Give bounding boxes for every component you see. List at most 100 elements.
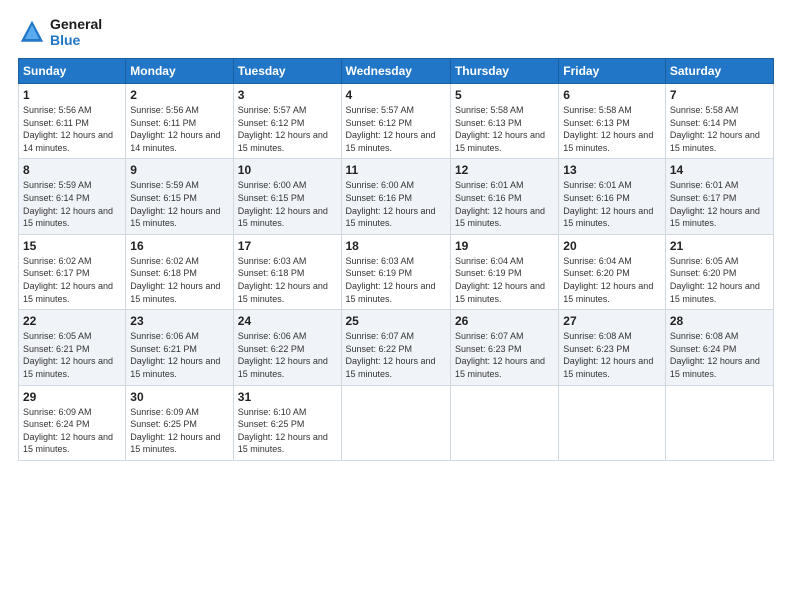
day-info: Sunrise: 6:02 AMSunset: 6:18 PMDaylight:… bbox=[130, 255, 228, 305]
day-info: Sunrise: 5:59 AMSunset: 6:14 PMDaylight:… bbox=[23, 179, 121, 229]
day-header-sunday: Sunday bbox=[19, 59, 126, 84]
day-number: 29 bbox=[23, 390, 121, 404]
day-number: 9 bbox=[130, 163, 228, 177]
calendar-cell: 12 Sunrise: 6:01 AMSunset: 6:16 PMDayligh… bbox=[450, 159, 558, 234]
day-number: 18 bbox=[346, 239, 446, 253]
day-number: 31 bbox=[238, 390, 337, 404]
calendar-cell: 11 Sunrise: 6:00 AMSunset: 6:16 PMDayligh… bbox=[341, 159, 450, 234]
day-number: 6 bbox=[563, 88, 661, 102]
calendar-cell: 28 Sunrise: 6:08 AMSunset: 6:24 PMDayligh… bbox=[665, 310, 773, 385]
calendar-cell bbox=[450, 385, 558, 460]
day-info: Sunrise: 6:01 AMSunset: 6:17 PMDaylight:… bbox=[670, 179, 769, 229]
calendar-cell: 27 Sunrise: 6:08 AMSunset: 6:23 PMDayligh… bbox=[559, 310, 666, 385]
calendar-cell: 31Sunrise: 6:10 AMSunset: 6:25 PMDayligh… bbox=[233, 385, 341, 460]
calendar-cell: 20Sunrise: 6:04 AMSunset: 6:20 PMDayligh… bbox=[559, 234, 666, 309]
calendar-cell: 19 Sunrise: 6:04 AMSunset: 6:19 PMDayligh… bbox=[450, 234, 558, 309]
day-number: 19 bbox=[455, 239, 554, 253]
calendar-cell: 25 Sunrise: 6:07 AMSunset: 6:22 PMDayligh… bbox=[341, 310, 450, 385]
day-number: 11 bbox=[346, 163, 446, 177]
calendar-cell: 29 Sunrise: 6:09 AMSunset: 6:24 PMDayligh… bbox=[19, 385, 126, 460]
calendar-cell: 21Sunrise: 6:05 AMSunset: 6:20 PMDayligh… bbox=[665, 234, 773, 309]
day-number: 13 bbox=[563, 163, 661, 177]
calendar-cell: 10 Sunrise: 6:00 AMSunset: 6:15 PMDayligh… bbox=[233, 159, 341, 234]
day-number: 27 bbox=[563, 314, 661, 328]
calendar-cell: 30 Sunrise: 6:09 AMSunset: 6:25 PMDayligh… bbox=[126, 385, 233, 460]
calendar-cell: 23 Sunrise: 6:06 AMSunset: 6:21 PMDayligh… bbox=[126, 310, 233, 385]
day-header-saturday: Saturday bbox=[665, 59, 773, 84]
calendar-header-row: SundayMondayTuesdayWednesdayThursdayFrid… bbox=[19, 59, 774, 84]
calendar-cell: 16 Sunrise: 6:02 AMSunset: 6:18 PMDayligh… bbox=[126, 234, 233, 309]
calendar-week-row: 29 Sunrise: 6:09 AMSunset: 6:24 PMDayligh… bbox=[19, 385, 774, 460]
day-info: Sunrise: 6:04 AMSunset: 6:20 PMDaylight:… bbox=[563, 255, 661, 305]
calendar-cell bbox=[559, 385, 666, 460]
day-info: Sunrise: 6:02 AMSunset: 6:17 PMDaylight:… bbox=[23, 255, 121, 305]
calendar-cell: 8 Sunrise: 5:59 AMSunset: 6:14 PMDaylight… bbox=[19, 159, 126, 234]
day-number: 16 bbox=[130, 239, 228, 253]
day-number: 3 bbox=[238, 88, 337, 102]
calendar-cell: 13 Sunrise: 6:01 AMSunset: 6:16 PMDayligh… bbox=[559, 159, 666, 234]
page: General Blue SundayMondayTuesdayWednesda… bbox=[0, 0, 792, 612]
calendar-cell bbox=[341, 385, 450, 460]
day-header-monday: Monday bbox=[126, 59, 233, 84]
day-number: 25 bbox=[346, 314, 446, 328]
day-header-wednesday: Wednesday bbox=[341, 59, 450, 84]
day-number: 24 bbox=[238, 314, 337, 328]
day-number: 1 bbox=[23, 88, 121, 102]
day-info: Sunrise: 6:03 AMSunset: 6:19 PMDaylight:… bbox=[346, 255, 446, 305]
calendar-cell: 1 Sunrise: 5:56 AMSunset: 6:11 PMDaylight… bbox=[19, 84, 126, 159]
day-info: Sunrise: 6:00 AMSunset: 6:15 PMDaylight:… bbox=[238, 179, 337, 229]
day-number: 21 bbox=[670, 239, 769, 253]
calendar-cell: 17Sunrise: 6:03 AMSunset: 6:18 PMDayligh… bbox=[233, 234, 341, 309]
day-info: Sunrise: 5:57 AMSunset: 6:12 PMDaylight:… bbox=[238, 104, 337, 154]
day-number: 8 bbox=[23, 163, 121, 177]
day-number: 26 bbox=[455, 314, 554, 328]
calendar-cell: 22 Sunrise: 6:05 AMSunset: 6:21 PMDayligh… bbox=[19, 310, 126, 385]
day-info: Sunrise: 6:08 AMSunset: 6:24 PMDaylight:… bbox=[670, 330, 769, 380]
calendar-cell: 6 Sunrise: 5:58 AMSunset: 6:13 PMDaylight… bbox=[559, 84, 666, 159]
day-number: 23 bbox=[130, 314, 228, 328]
day-number: 4 bbox=[346, 88, 446, 102]
logo-icon bbox=[18, 18, 46, 46]
day-number: 17 bbox=[238, 239, 337, 253]
calendar-table: SundayMondayTuesdayWednesdayThursdayFrid… bbox=[18, 58, 774, 461]
calendar-cell: 7 Sunrise: 5:58 AMSunset: 6:14 PMDaylight… bbox=[665, 84, 773, 159]
day-info: Sunrise: 5:58 AMSunset: 6:13 PMDaylight:… bbox=[563, 104, 661, 154]
day-number: 7 bbox=[670, 88, 769, 102]
calendar-cell: 18 Sunrise: 6:03 AMSunset: 6:19 PMDayligh… bbox=[341, 234, 450, 309]
day-info: Sunrise: 6:01 AMSunset: 6:16 PMDaylight:… bbox=[455, 179, 554, 229]
day-number: 15 bbox=[23, 239, 121, 253]
calendar-cell: 15 Sunrise: 6:02 AMSunset: 6:17 PMDayligh… bbox=[19, 234, 126, 309]
day-info: Sunrise: 6:07 AMSunset: 6:23 PMDaylight:… bbox=[455, 330, 554, 380]
day-number: 2 bbox=[130, 88, 228, 102]
calendar-cell: 9 Sunrise: 5:59 AMSunset: 6:15 PMDaylight… bbox=[126, 159, 233, 234]
day-info: Sunrise: 6:00 AMSunset: 6:16 PMDaylight:… bbox=[346, 179, 446, 229]
day-number: 28 bbox=[670, 314, 769, 328]
day-header-tuesday: Tuesday bbox=[233, 59, 341, 84]
day-number: 30 bbox=[130, 390, 228, 404]
day-info: Sunrise: 5:56 AMSunset: 6:11 PMDaylight:… bbox=[130, 104, 228, 154]
calendar-cell: 26 Sunrise: 6:07 AMSunset: 6:23 PMDayligh… bbox=[450, 310, 558, 385]
day-info: Sunrise: 6:04 AMSunset: 6:19 PMDaylight:… bbox=[455, 255, 554, 305]
day-header-thursday: Thursday bbox=[450, 59, 558, 84]
day-number: 12 bbox=[455, 163, 554, 177]
day-number: 14 bbox=[670, 163, 769, 177]
day-info: Sunrise: 6:09 AMSunset: 6:25 PMDaylight:… bbox=[130, 406, 228, 456]
calendar-cell: 2 Sunrise: 5:56 AMSunset: 6:11 PMDaylight… bbox=[126, 84, 233, 159]
day-info: Sunrise: 6:05 AMSunset: 6:21 PMDaylight:… bbox=[23, 330, 121, 380]
calendar-cell: 24Sunrise: 6:06 AMSunset: 6:22 PMDayligh… bbox=[233, 310, 341, 385]
day-info: Sunrise: 6:07 AMSunset: 6:22 PMDaylight:… bbox=[346, 330, 446, 380]
day-info: Sunrise: 6:06 AMSunset: 6:21 PMDaylight:… bbox=[130, 330, 228, 380]
day-number: 22 bbox=[23, 314, 121, 328]
day-info: Sunrise: 5:57 AMSunset: 6:12 PMDaylight:… bbox=[346, 104, 446, 154]
day-info: Sunrise: 6:01 AMSunset: 6:16 PMDaylight:… bbox=[563, 179, 661, 229]
day-info: Sunrise: 5:59 AMSunset: 6:15 PMDaylight:… bbox=[130, 179, 228, 229]
day-number: 10 bbox=[238, 163, 337, 177]
day-info: Sunrise: 6:09 AMSunset: 6:24 PMDaylight:… bbox=[23, 406, 121, 456]
day-header-friday: Friday bbox=[559, 59, 666, 84]
day-info: Sunrise: 5:58 AMSunset: 6:14 PMDaylight:… bbox=[670, 104, 769, 154]
calendar-cell: 5Sunrise: 5:58 AMSunset: 6:13 PMDaylight… bbox=[450, 84, 558, 159]
calendar-week-row: 15 Sunrise: 6:02 AMSunset: 6:17 PMDayligh… bbox=[19, 234, 774, 309]
day-info: Sunrise: 6:08 AMSunset: 6:23 PMDaylight:… bbox=[563, 330, 661, 380]
day-info: Sunrise: 5:56 AMSunset: 6:11 PMDaylight:… bbox=[23, 104, 121, 154]
logo-text: General Blue bbox=[50, 16, 102, 48]
